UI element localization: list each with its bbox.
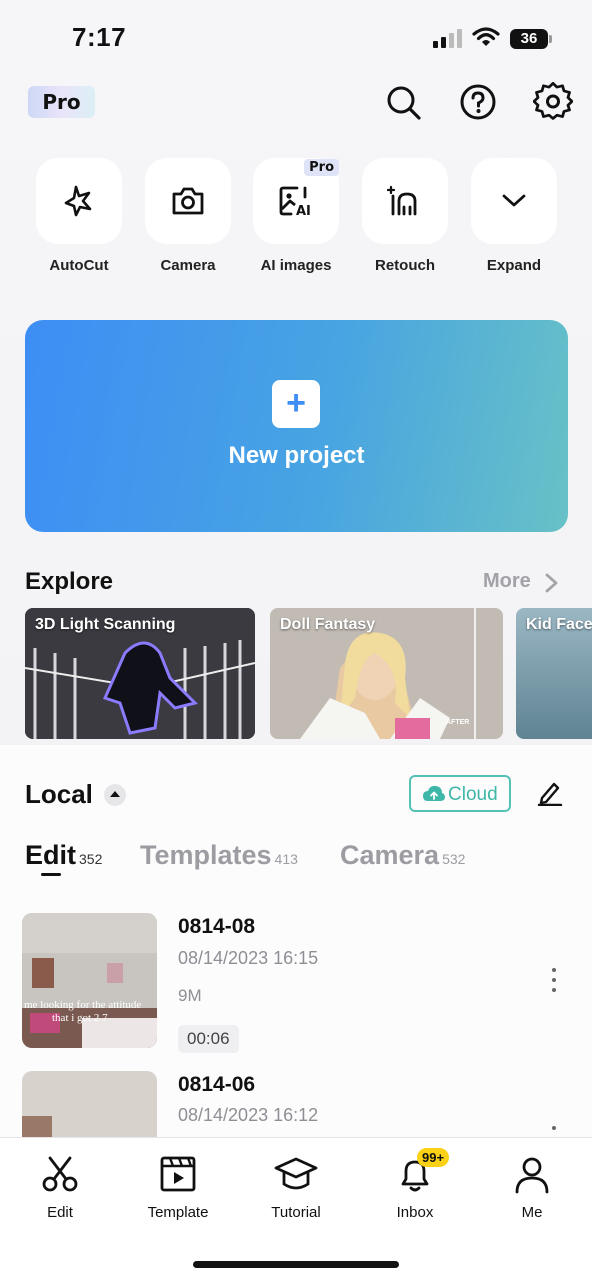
chevron-down-icon	[502, 194, 526, 207]
card-title: Kid Face	[526, 616, 592, 633]
thumbnail-image: me looking for the attitude that i got 2…	[22, 913, 157, 1048]
pro-badge[interactable]: Pro	[28, 86, 95, 118]
autocut-tile[interactable]	[36, 158, 122, 244]
quick-action-ai-images[interactable]: Pro AI AI images	[253, 158, 339, 274]
project-name: 0814-06	[178, 1073, 256, 1096]
quick-action-label: Expand	[486, 257, 542, 274]
collapse-arrow-icon[interactable]	[104, 784, 126, 806]
more-options-icon[interactable]	[548, 968, 560, 998]
explore-more-link[interactable]: More	[483, 570, 531, 593]
expand-tile[interactable]	[471, 158, 557, 244]
status-bar: 7:17 36	[0, 0, 592, 70]
retouch-tile[interactable]	[362, 158, 448, 244]
tab-edit[interactable]: Edit 352	[25, 840, 102, 871]
edit-pencil-icon[interactable]	[537, 780, 563, 806]
project-name: 0814-08	[178, 915, 256, 938]
cellular-signal-icon	[433, 28, 463, 48]
svg-text:AI: AI	[296, 204, 311, 219]
autocut-icon	[64, 185, 92, 217]
home-indicator	[193, 1261, 399, 1268]
tab-count: 413	[274, 851, 298, 867]
cloud-label: Cloud	[448, 784, 498, 805]
quick-action-autocut[interactable]: AutoCut	[36, 158, 122, 274]
scissors-icon	[42, 1156, 78, 1192]
nav-label: Me	[521, 1204, 543, 1221]
new-project-label: New project	[228, 442, 365, 469]
nav-edit[interactable]: Edit	[10, 1154, 110, 1221]
svg-text:me looking for the attitude: me looking for the attitude	[24, 999, 141, 1011]
graduation-cap-icon	[274, 1157, 318, 1190]
explore-card[interactable]: Kid Face	[516, 608, 592, 739]
status-time: 7:17	[72, 22, 127, 52]
project-date: 08/14/2023 16:12	[178, 1105, 319, 1125]
local-title[interactable]: Local	[25, 779, 93, 810]
tab-count: 352	[79, 851, 103, 867]
explore-card[interactable]: AFTER Doll Fantasy	[270, 608, 503, 739]
plus-icon: +	[272, 380, 320, 428]
quick-action-label: AutoCut	[49, 257, 109, 274]
explore-card[interactable]: 3D Light Scanning	[25, 608, 255, 739]
tab-label: Edit	[25, 840, 76, 870]
tab-camera[interactable]: Camera 532	[340, 840, 465, 871]
nav-label: Tutorial	[271, 1204, 321, 1221]
quick-action-retouch[interactable]: Retouch	[362, 158, 448, 274]
chevron-right-icon[interactable]	[544, 572, 560, 594]
profile-icon	[515, 1157, 549, 1194]
cloud-button[interactable]: Cloud	[409, 775, 511, 812]
search-icon[interactable]	[383, 82, 423, 122]
battery-indicator: 36	[510, 29, 552, 49]
tab-templates[interactable]: Templates 413	[140, 840, 298, 871]
project-size: 9M	[178, 986, 202, 1005]
cloud-upload-icon	[423, 785, 445, 801]
quick-action-camera[interactable]: Camera	[145, 158, 231, 274]
bottom-navigation: Edit Template Tutorial 99+ Inbox Me	[0, 1137, 592, 1280]
settings-icon[interactable]	[533, 82, 573, 122]
ai-images-tile[interactable]: Pro AI	[253, 158, 339, 244]
template-icon	[160, 1156, 196, 1192]
wifi-icon	[472, 27, 500, 46]
project-duration: 00:06	[178, 1025, 239, 1053]
explore-title: Explore	[25, 568, 114, 595]
nav-label: Edit	[47, 1204, 73, 1221]
help-icon[interactable]	[458, 82, 498, 122]
svg-text:AFTER: AFTER	[446, 719, 469, 726]
inbox-badge: 99+	[417, 1148, 450, 1167]
quick-action-expand[interactable]: Expand	[471, 158, 557, 274]
nav-inbox[interactable]: 99+ Inbox	[365, 1148, 465, 1221]
camera-icon	[172, 187, 204, 215]
nav-template[interactable]: Template	[128, 1154, 228, 1221]
quick-action-label: Camera	[160, 257, 216, 274]
pro-tag: Pro	[304, 159, 339, 176]
tab-label: Camera	[340, 840, 440, 870]
project-thumbnail[interactable]: me looking for the attitude that i got 2…	[22, 913, 157, 1048]
camera-tile[interactable]	[145, 158, 231, 244]
nav-tutorial[interactable]: Tutorial	[246, 1154, 346, 1221]
ai-image-icon: AI	[279, 186, 311, 219]
svg-text:that i got 2 7: that i got 2 7	[52, 1012, 108, 1024]
active-tab-indicator	[41, 873, 61, 876]
tab-count: 532	[442, 851, 466, 867]
project-date: 08/14/2023 16:15	[178, 948, 319, 968]
thumbnail-image	[22, 1071, 157, 1137]
new-project-button[interactable]: + New project	[25, 320, 568, 532]
tab-label: Templates	[140, 840, 272, 870]
card-title: 3D Light Scanning	[35, 616, 176, 633]
nav-me[interactable]: Me	[482, 1154, 582, 1221]
nav-label: Inbox	[396, 1204, 434, 1221]
quick-action-label: Retouch	[375, 257, 435, 274]
quick-action-label: AI images	[260, 257, 332, 274]
nav-label: Template	[147, 1204, 209, 1221]
card-title: Doll Fantasy	[280, 616, 376, 633]
more-options-icon[interactable]	[548, 1126, 560, 1137]
retouch-icon	[387, 185, 417, 216]
project-thumbnail[interactable]	[22, 1071, 157, 1137]
